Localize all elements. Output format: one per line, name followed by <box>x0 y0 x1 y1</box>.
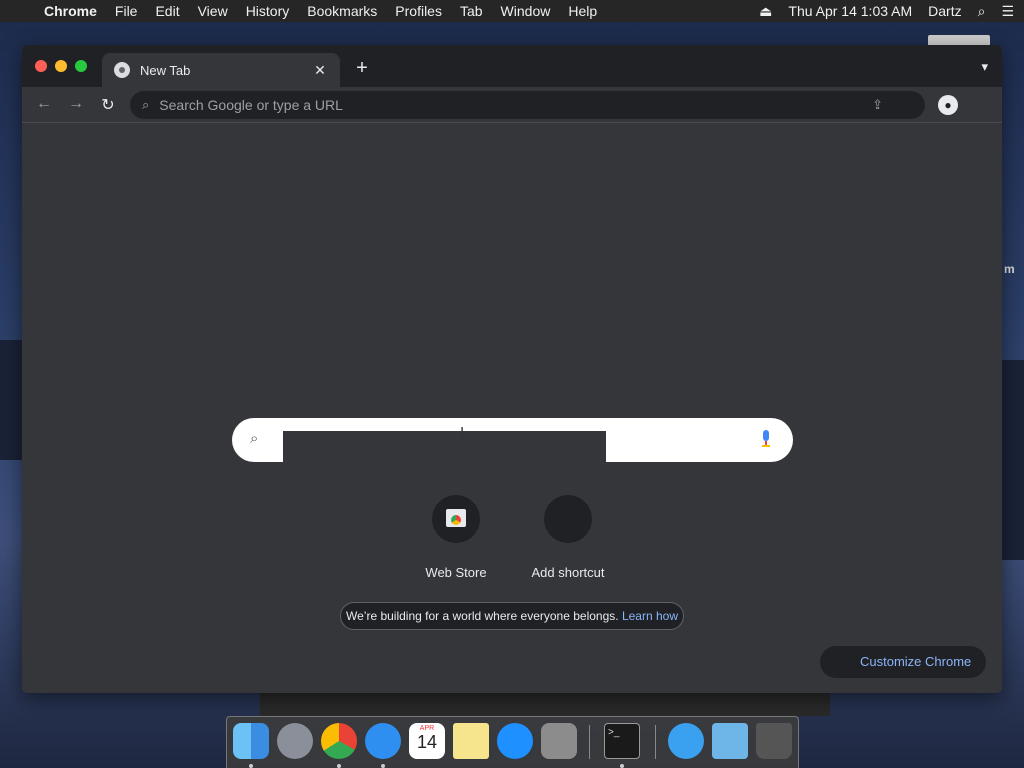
ntp-search-icon: ⌕ <box>250 430 259 447</box>
terminal-icon[interactable]: >_ <box>604 723 640 759</box>
window-zoom-button[interactable] <box>75 60 87 72</box>
shortcut-label-add: Add shortcut <box>531 565 605 580</box>
menu-help[interactable]: Help <box>568 3 597 19</box>
menu-window[interactable]: Window <box>501 3 551 19</box>
tab-search-chevron-icon[interactable]: ▾ <box>981 59 988 75</box>
dock-separator <box>589 725 590 759</box>
menu-app-chrome[interactable]: Chrome <box>44 3 97 19</box>
background-window <box>260 692 830 716</box>
omnibox-placeholder[interactable]: Search Google or type a URL <box>159 97 872 113</box>
spotlight-search-icon[interactable]: ⌕ <box>978 3 986 20</box>
omnibox[interactable]: ⌕ Search Google or type a URL ⇪ <box>130 91 925 119</box>
chrome-running-dot <box>337 764 341 768</box>
calendar-month: APR <box>419 725 435 732</box>
menu-view[interactable]: View <box>198 3 228 19</box>
menu-bar: Chrome File Edit View History Bookmarks … <box>0 0 1024 22</box>
calendar-day: 14 <box>416 732 438 752</box>
tab-close-icon[interactable]: ✕ <box>312 62 328 79</box>
menubar-status-area: ⏏ Thu Apr 14 1:03 AM Dartz ⌕ ☰ <box>743 0 1014 22</box>
tab-strip: New Tab ✕ + ▾ <box>22 45 1002 87</box>
menu-edit[interactable]: Edit <box>155 3 179 19</box>
learn-how-link[interactable]: Learn how <box>622 609 678 623</box>
window-close-button[interactable] <box>35 60 47 72</box>
menu-bookmarks[interactable]: Bookmarks <box>307 3 377 19</box>
menubar-clock[interactable]: Thu Apr 14 1:03 AM <box>788 3 912 19</box>
menubar-user[interactable]: Dartz <box>928 3 961 19</box>
tab-new-tab[interactable]: New Tab ✕ <box>102 53 340 87</box>
notes-icon[interactable] <box>453 723 489 759</box>
menu-history[interactable]: History <box>246 3 290 19</box>
share-icon[interactable]: ⇪ <box>872 97 883 113</box>
tab-title: New Tab <box>140 62 191 78</box>
wallpaper-mountain-right <box>1000 360 1024 560</box>
back-arrow-icon[interactable]: ← <box>34 95 54 113</box>
web-store-tile[interactable] <box>432 495 480 543</box>
window-minimize-button[interactable] <box>55 60 67 72</box>
ntp-search-input[interactable] <box>283 431 606 462</box>
trash-icon[interactable] <box>756 723 792 759</box>
profile-avatar-icon[interactable]: ● <box>938 95 958 115</box>
text-cursor-icon: I <box>460 424 465 441</box>
dock-separator-2 <box>655 725 656 759</box>
customize-chrome-button[interactable]: Customize Chrome <box>820 646 986 678</box>
calendar-icon[interactable]: APR 14 <box>409 723 445 759</box>
ntp-search-box[interactable]: ⌕ I <box>232 418 793 462</box>
safari-running-dot <box>381 764 385 768</box>
dock: APR 14 >_ <box>226 716 799 768</box>
reload-icon[interactable]: ↻ <box>98 95 118 115</box>
chrome-dock-icon[interactable] <box>321 723 357 759</box>
shortcut-web-store[interactable]: Web Store <box>401 495 511 580</box>
browser-toolbar: ← → ↻ ⌕ Search Google or type a URL ⇪ ● <box>22 87 1002 123</box>
downloads-folder-icon[interactable] <box>712 723 748 759</box>
launchpad-icon[interactable] <box>277 723 313 759</box>
web-store-icon <box>446 509 466 527</box>
menu-profiles[interactable]: Profiles <box>395 3 442 19</box>
finder-icon[interactable] <box>233 723 269 759</box>
banner-text: We’re building for a world where everyon… <box>346 609 619 623</box>
finder-running-dot <box>249 764 253 768</box>
inclusion-banner: We’re building for a world where everyon… <box>340 602 684 630</box>
eject-icon[interactable]: ⏏ <box>759 3 772 20</box>
desktop-edge-text: m <box>1004 262 1015 276</box>
menu-file[interactable]: File <box>115 3 138 19</box>
safari-icon[interactable] <box>365 723 401 759</box>
system-preferences-icon[interactable] <box>541 723 577 759</box>
forward-arrow-icon[interactable]: → <box>66 95 86 113</box>
menu-tab[interactable]: Tab <box>460 3 483 19</box>
terminal-running-dot <box>620 764 624 768</box>
shortcut-label-web-store: Web Store <box>425 565 487 580</box>
microphone-icon[interactable] <box>761 430 771 448</box>
shortcut-add[interactable]: Add shortcut <box>513 495 623 580</box>
notification-center-icon[interactable]: ☰ <box>1001 3 1014 20</box>
omnibox-search-icon: ⌕ <box>142 97 150 112</box>
new-tab-plus-icon[interactable]: + <box>352 57 372 80</box>
app-store-icon[interactable] <box>497 723 533 759</box>
chrome-favicon-icon <box>114 62 130 78</box>
add-shortcut-tile[interactable] <box>544 495 592 543</box>
applications-folder-icon[interactable] <box>668 723 704 759</box>
chrome-window: New Tab ✕ + ▾ ← → ↻ ⌕ Search Google or t… <box>22 45 1002 693</box>
